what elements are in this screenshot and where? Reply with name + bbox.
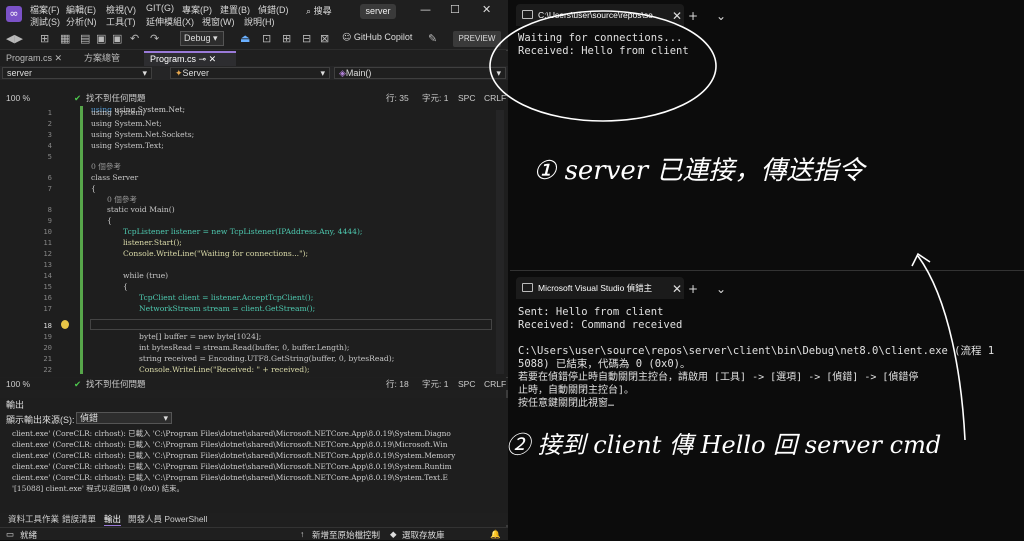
annotation-note-2: ② 接到 client 傳 Hello 回 server cmd — [506, 431, 942, 459]
annotation-note-1: ① server 已連接，傳送指令 — [533, 156, 865, 186]
arrow-line — [917, 255, 966, 441]
highlight-ellipse — [489, 10, 717, 122]
